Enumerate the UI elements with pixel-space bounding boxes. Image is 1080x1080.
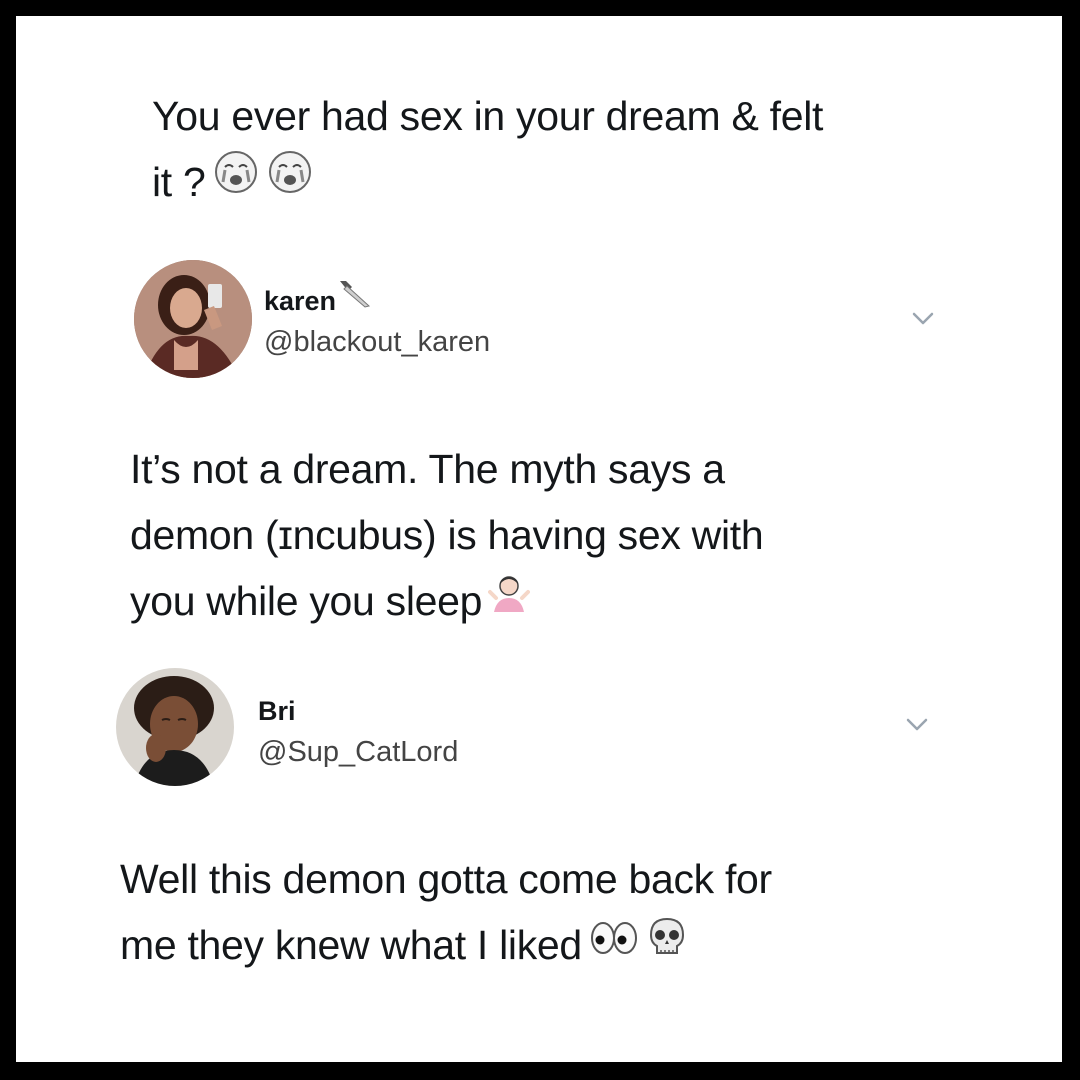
avatar[interactable] bbox=[134, 260, 252, 378]
original-tweet-text: You ever had sex in your dream & felt it… bbox=[152, 83, 952, 219]
crying-face-icon bbox=[212, 148, 260, 215]
chevron-down-icon[interactable] bbox=[906, 718, 928, 732]
knife-icon bbox=[338, 278, 372, 316]
avatar[interactable] bbox=[116, 668, 234, 786]
reply1-tweet-text: It’s not a dream. The myth says a demon … bbox=[130, 436, 950, 637]
chevron-down-icon[interactable] bbox=[912, 312, 934, 326]
display-name[interactable]: Bri bbox=[258, 694, 296, 728]
user-handle[interactable]: @blackout_karen bbox=[264, 324, 490, 360]
reply2-tweet-text: Well this demon gotta come back for me t… bbox=[120, 846, 970, 981]
eyes-icon bbox=[588, 911, 640, 977]
black-frame: You ever had sex in your dream & felt it… bbox=[0, 0, 1080, 1080]
reply2-user-row[interactable]: Bri @Sup_CatLord bbox=[116, 668, 936, 798]
user-handle[interactable]: @Sup_CatLord bbox=[258, 734, 458, 770]
reply1-user-row[interactable]: karen @blackout_karen bbox=[134, 260, 934, 390]
skull-icon bbox=[646, 911, 688, 977]
screenshot-card: You ever had sex in your dream & felt it… bbox=[16, 16, 1062, 1062]
reply1-tweet-body: It’s not a dream. The myth says a demon … bbox=[130, 446, 764, 624]
woman-shrugging-icon bbox=[488, 567, 531, 633]
crying-face-icon bbox=[266, 148, 314, 215]
display-name-text: karen bbox=[264, 286, 337, 316]
display-name[interactable]: karen bbox=[264, 281, 372, 322]
